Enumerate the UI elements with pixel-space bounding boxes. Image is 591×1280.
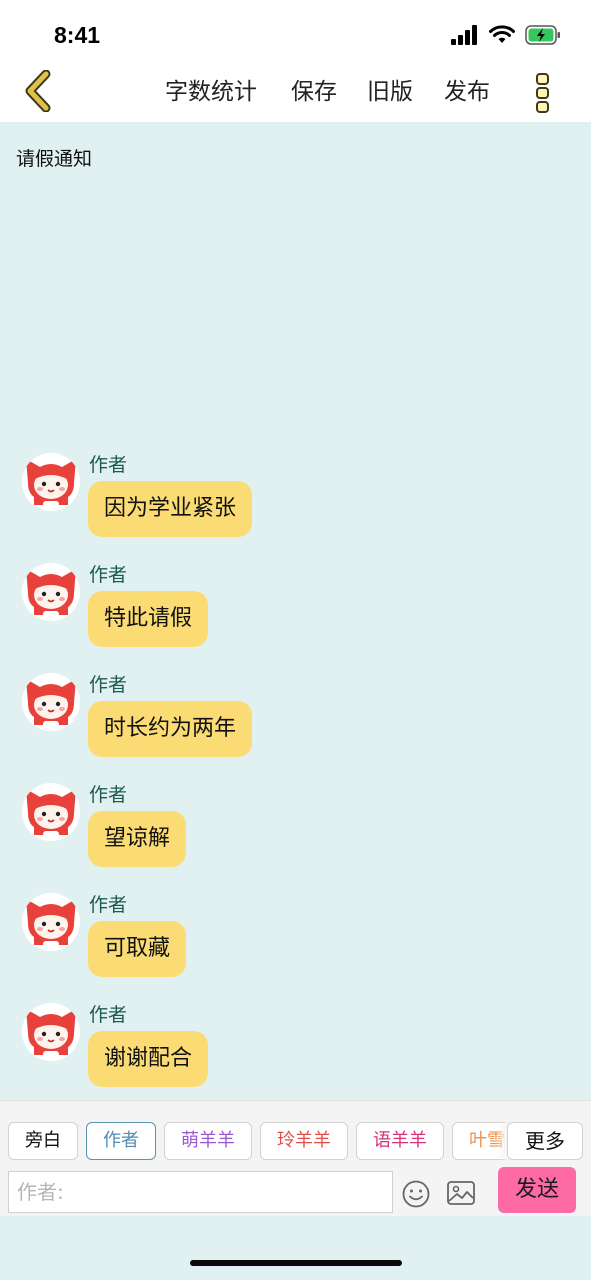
avatar[interactable]: [22, 563, 80, 621]
avatar[interactable]: [22, 783, 80, 841]
message-bubble[interactable]: 时长约为两年: [88, 701, 253, 757]
fox-character-icon: [22, 783, 80, 841]
fox-character-icon: [22, 673, 80, 731]
message-bubble[interactable]: 可取藏: [88, 921, 187, 977]
role-chip-yexue[interactable]: 叶雪: [452, 1122, 506, 1160]
message-bubble[interactable]: 望谅解: [88, 811, 187, 867]
role-chip-mengyangyang[interactable]: 萌羊羊: [164, 1122, 252, 1160]
battery-charging-icon: [525, 25, 561, 49]
fox-character-icon: [22, 453, 80, 511]
role-name: 作者: [89, 564, 128, 586]
message-item[interactable]: 作者 可取藏: [0, 887, 591, 997]
avatar[interactable]: [22, 893, 80, 951]
old-version-button[interactable]: 旧版: [367, 72, 413, 112]
emoji-button[interactable]: [401, 1179, 431, 1209]
role-selector: 旁白 作者 萌羊羊 玲羊羊 语羊羊 叶雪: [8, 1122, 506, 1160]
signal-icon: [451, 25, 479, 49]
publish-button[interactable]: 发布: [444, 72, 490, 112]
chat-content[interactable]: 请假通知 作者 因为学业紧张 作者 特此请假 作者 时长约为两年 作者 望谅解 …: [0, 122, 591, 1100]
more-menu-button[interactable]: [531, 68, 557, 118]
fox-character-icon: [22, 893, 80, 951]
message-input[interactable]: [8, 1171, 393, 1213]
avatar[interactable]: [22, 1003, 80, 1061]
role-name: 作者: [89, 784, 128, 806]
role-name: 作者: [89, 674, 128, 696]
avatar[interactable]: [22, 453, 80, 511]
more-roles-button[interactable]: 更多: [507, 1122, 583, 1160]
back-arrow-icon: [24, 69, 52, 116]
avatar[interactable]: [22, 673, 80, 731]
fox-character-icon: [22, 563, 80, 621]
home-indicator: [190, 1260, 402, 1266]
image-icon: [446, 1181, 476, 1211]
status-bar: 8:41: [0, 0, 591, 64]
role-name: 作者: [89, 894, 128, 916]
role-name: 作者: [89, 454, 128, 476]
role-chip-lingyangyang[interactable]: 玲羊羊: [260, 1122, 348, 1160]
back-button[interactable]: [18, 68, 58, 118]
message-bubble[interactable]: 特此请假: [88, 591, 209, 647]
role-chip-yuyangyang[interactable]: 语羊羊: [356, 1122, 444, 1160]
composer-area: 旁白作者萌羊羊玲羊羊语羊羊叶雪 更多 发送: [0, 1100, 591, 1216]
message-item[interactable]: 作者 因为学业紧张: [0, 447, 591, 557]
message-item[interactable]: 作者 时长约为两年: [0, 667, 591, 777]
nav-bar: 字数统计 保存 旧版 发布: [0, 64, 591, 122]
message-bubble[interactable]: 因为学业紧张: [88, 481, 253, 537]
fox-character-icon: [22, 1003, 80, 1061]
role-chip-narrator[interactable]: 旁白: [8, 1122, 78, 1160]
image-button[interactable]: [446, 1179, 476, 1207]
smiley-icon: [401, 1180, 431, 1213]
message-item[interactable]: 作者 特此请假: [0, 557, 591, 667]
message-item[interactable]: 作者 望谅解: [0, 777, 591, 887]
message-bubble[interactable]: 谢谢配合: [88, 1031, 209, 1087]
status-time: 8:41: [54, 22, 101, 48]
role-chip-author[interactable]: 作者: [86, 1122, 156, 1160]
word-count-button[interactable]: 字数统计: [165, 72, 257, 112]
document-title[interactable]: 请假通知: [16, 144, 92, 171]
send-button[interactable]: 发送: [498, 1167, 576, 1213]
wifi-icon: [489, 25, 515, 49]
message-item[interactable]: 作者 谢谢配合: [0, 997, 591, 1107]
message-list: 作者 因为学业紧张 作者 特此请假 作者 时长约为两年 作者 望谅解 作者 可取…: [0, 447, 591, 1107]
more-vertical-icon: [531, 73, 557, 122]
role-name: 作者: [89, 1004, 128, 1026]
status-icons: [451, 25, 561, 49]
save-button[interactable]: 保存: [291, 72, 337, 112]
